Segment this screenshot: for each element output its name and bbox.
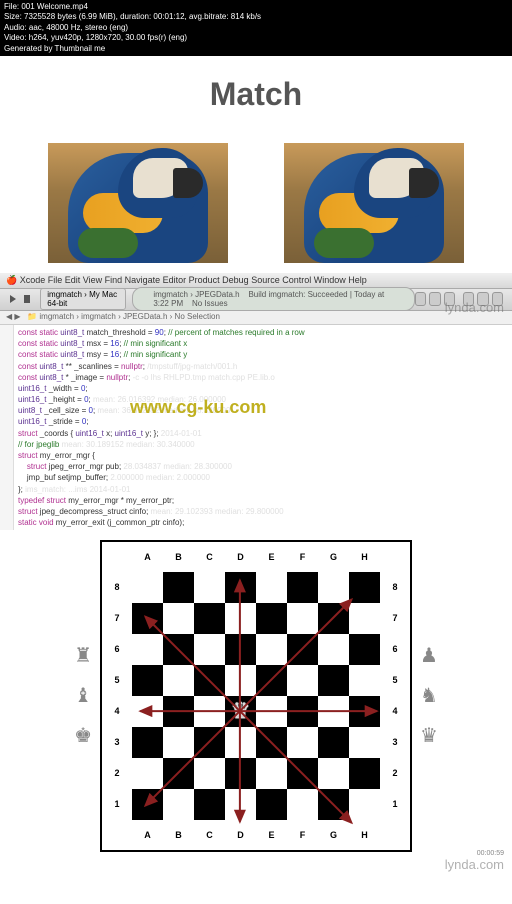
lynda-watermark-3: lynda.com bbox=[445, 857, 504, 872]
run-button[interactable] bbox=[10, 295, 16, 303]
meta-gen: Generated by Thumbnail me bbox=[4, 44, 508, 54]
stop-button[interactable] bbox=[24, 295, 30, 303]
match-title: Match bbox=[0, 76, 512, 113]
meta-size: Size: 7325528 bytes (6.99 MiB), duration… bbox=[4, 12, 508, 22]
jump-bar[interactable]: ◀ ▶ 📁 imgmatch › imgmatch › JPEGData.h ›… bbox=[0, 311, 512, 325]
editor-mode-2-icon[interactable] bbox=[429, 292, 440, 306]
pawn-icon: ♟ bbox=[420, 643, 438, 668]
parrot-right bbox=[284, 143, 464, 263]
chess-diagram: ♜ ♝ ♚ ABCDEFGH887766554♛4332211ABCDEFGH bbox=[0, 530, 512, 882]
video-metadata: File: 001 Welcome.mp4 Size: 7325528 byte… bbox=[0, 0, 512, 56]
cg-ku-watermark: www.cg-ku.com bbox=[130, 395, 266, 420]
line-gutter bbox=[0, 325, 14, 530]
left-pieces: ♜ ♝ ♚ bbox=[66, 643, 100, 748]
right-pieces: ♟ ♞ ♛ bbox=[412, 643, 446, 748]
editor-mode-icon[interactable] bbox=[415, 292, 426, 306]
queen-icon: ♛ bbox=[420, 723, 438, 748]
meta-video: Video: h264, yuv420p, 1280x720, 30.00 fp… bbox=[4, 33, 508, 43]
parrot-images bbox=[0, 143, 512, 263]
menu-items[interactable]: Xcode File Edit View Find Navigate Edito… bbox=[20, 275, 367, 285]
king-icon: ♚ bbox=[74, 723, 92, 748]
build-status: imgmatch › JPEGData.h Build imgmatch: Su… bbox=[132, 287, 415, 311]
timestamp-3: 00:00:59 bbox=[477, 850, 504, 857]
knight-icon: ♞ bbox=[420, 683, 438, 708]
meta-file: File: 001 Welcome.mp4 bbox=[4, 2, 508, 12]
scheme-selector[interactable]: imgmatch › My Mac 64-bit bbox=[40, 288, 126, 310]
parrot-left bbox=[48, 143, 228, 263]
code-editor[interactable]: www.cg-ku.com const static uint8_t const… bbox=[0, 325, 512, 530]
chessboard: ABCDEFGH887766554♛4332211ABCDEFGH bbox=[100, 540, 412, 852]
bishop-icon: ♝ bbox=[74, 683, 92, 708]
xcode-toolbar: imgmatch › My Mac 64-bit imgmatch › JPEG… bbox=[0, 289, 512, 311]
meta-audio: Audio: aac, 48000 Hz, stereo (eng) bbox=[4, 23, 508, 33]
rook-icon: ♜ bbox=[74, 643, 92, 668]
match-slide: Match bbox=[0, 56, 512, 273]
apple-icon[interactable]: 🍎 bbox=[6, 275, 17, 285]
lynda-watermark: lynda.com bbox=[445, 300, 504, 315]
